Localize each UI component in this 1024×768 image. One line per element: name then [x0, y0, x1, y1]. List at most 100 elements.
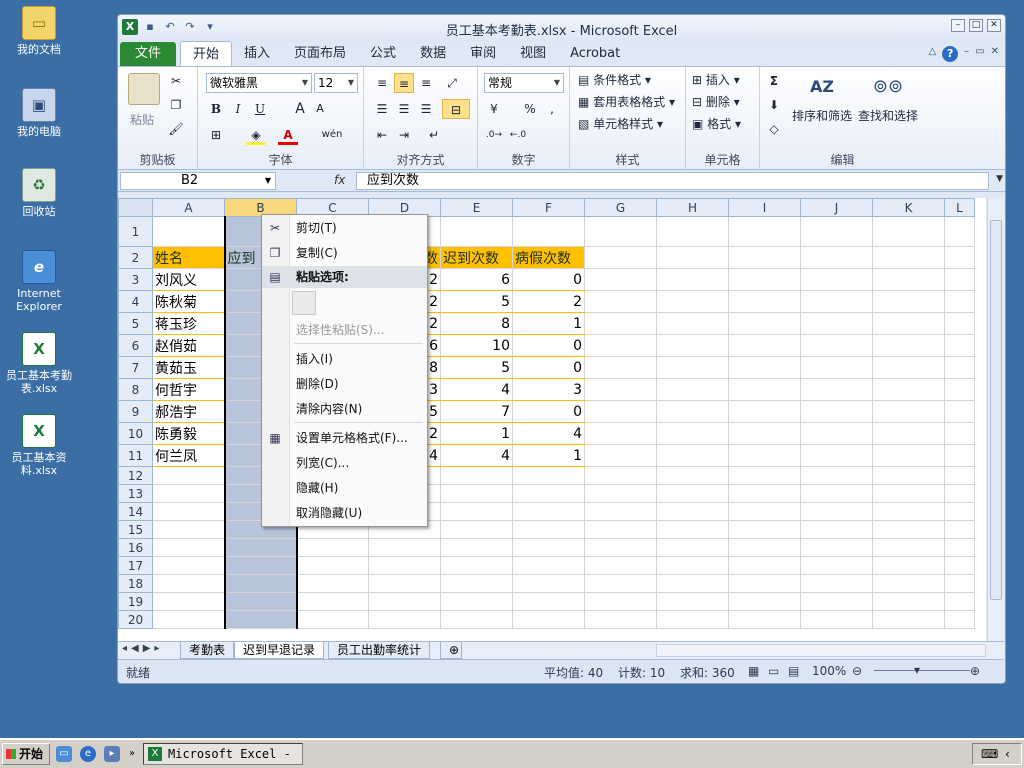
tab-page-layout[interactable]: 页面布局 — [282, 41, 358, 66]
cut-icon[interactable]: ✂ — [166, 71, 186, 91]
cell-sick-count[interactable]: 4 — [512, 422, 585, 445]
help-icon[interactable]: ? — [942, 46, 959, 62]
cell[interactable] — [440, 574, 513, 593]
tab-review[interactable]: 审阅 — [458, 41, 508, 66]
collapse-ribbon-icon[interactable]: △ — [928, 46, 936, 62]
cell[interactable] — [223, 574, 298, 593]
cell[interactable] — [728, 246, 801, 269]
desktop-icon-my-documents[interactable]: ▭ 我的文档 — [2, 6, 76, 56]
cell[interactable] — [656, 444, 729, 467]
cell[interactable] — [512, 502, 585, 521]
cell[interactable] — [584, 268, 657, 291]
cell[interactable] — [584, 334, 657, 357]
row-header[interactable]: 4 — [118, 290, 153, 313]
cell[interactable] — [440, 592, 513, 611]
cell[interactable] — [944, 356, 975, 379]
cell[interactable] — [296, 592, 369, 611]
cell-name[interactable]: 郝浩宇 — [152, 400, 225, 423]
row-header[interactable]: 1 — [118, 216, 153, 247]
cell[interactable] — [728, 356, 801, 379]
cell[interactable] — [440, 216, 513, 247]
cell-late-count[interactable]: 5 — [440, 290, 513, 313]
cell[interactable] — [656, 520, 729, 539]
menu-item-hide[interactable]: 隐藏(H) — [262, 477, 427, 499]
cell[interactable] — [656, 466, 729, 485]
cell[interactable] — [656, 356, 729, 379]
cell[interactable] — [584, 502, 657, 521]
shrink-font-button[interactable]: A — [310, 99, 330, 119]
cell[interactable] — [872, 466, 945, 485]
cell[interactable] — [800, 444, 873, 467]
find-select-button[interactable]: 查找和选择 — [858, 107, 918, 124]
cell[interactable] — [872, 556, 945, 575]
cell[interactable] — [800, 610, 873, 629]
cell-name[interactable]: 赵俏茹 — [152, 334, 225, 357]
cell[interactable] — [656, 290, 729, 313]
format-cells-button[interactable]: ▣ 格式 ▾ — [692, 115, 741, 132]
cell[interactable] — [152, 574, 225, 593]
cell-styles-button[interactable]: ▧ 单元格样式 ▾ — [578, 115, 663, 132]
cell[interactable] — [584, 290, 657, 313]
cell[interactable] — [584, 246, 657, 269]
cell[interactable] — [728, 422, 801, 445]
desktop-icon-recycle-bin[interactable]: ♻ 回收站 — [2, 168, 76, 218]
cell[interactable] — [800, 290, 873, 313]
workbook-restore-button[interactable]: ▭ — [975, 46, 984, 62]
cell-sick-count[interactable]: 0 — [512, 356, 585, 379]
cell[interactable] — [800, 592, 873, 611]
zoom-out-icon[interactable]: ⊖ — [852, 664, 862, 678]
paste-button[interactable]: 粘贴 — [130, 111, 154, 128]
cell[interactable] — [656, 574, 729, 593]
cell[interactable] — [944, 574, 975, 593]
cell[interactable] — [440, 556, 513, 575]
tab-acrobat[interactable]: Acrobat — [558, 41, 632, 66]
font-name-select[interactable]: 微软雅黑 ▼ — [206, 73, 312, 93]
align-middle-icon[interactable]: ≡ — [394, 73, 414, 93]
accounting-format-icon[interactable]: ¥ — [484, 99, 504, 119]
cell[interactable] — [872, 246, 945, 269]
cell-sick-count[interactable]: 2 — [512, 290, 585, 313]
cell[interactable] — [584, 520, 657, 539]
cell[interactable] — [656, 268, 729, 291]
tab-formulas[interactable]: 公式 — [358, 41, 408, 66]
cell-late-count[interactable]: 10 — [440, 334, 513, 357]
font-size-select[interactable]: 12 ▼ — [314, 73, 358, 93]
paste-option-icon[interactable] — [292, 291, 316, 315]
clear-icon[interactable]: ◇ — [764, 119, 784, 139]
cell[interactable] — [872, 444, 945, 467]
cell[interactable] — [296, 610, 369, 629]
cell[interactable] — [872, 216, 945, 247]
page-break-view-icon[interactable]: ▤ — [788, 664, 799, 678]
menu-item-column-width[interactable]: 列宽(C)... — [262, 452, 427, 474]
cell[interactable] — [944, 334, 975, 357]
cell[interactable] — [152, 502, 225, 521]
cell[interactable] — [728, 466, 801, 485]
column-header[interactable]: L — [944, 198, 975, 217]
cell-name[interactable]: 黄茹玉 — [152, 356, 225, 379]
cell-late-count[interactable]: 5 — [440, 356, 513, 379]
increase-indent-icon[interactable]: ⇥ — [394, 125, 414, 145]
cell[interactable] — [296, 538, 369, 557]
cell[interactable] — [584, 422, 657, 445]
cell[interactable] — [944, 246, 975, 269]
cell[interactable] — [800, 334, 873, 357]
cell[interactable] — [800, 556, 873, 575]
cell-sick-count[interactable]: 3 — [512, 378, 585, 401]
cell[interactable] — [512, 484, 585, 503]
cell[interactable] — [152, 216, 225, 247]
minimize-button[interactable]: – — [951, 19, 965, 32]
cell[interactable] — [728, 334, 801, 357]
number-format-select[interactable]: 常规 ▼ — [484, 73, 564, 93]
column-header[interactable]: A — [152, 198, 225, 217]
cell[interactable] — [512, 538, 585, 557]
page-layout-view-icon[interactable]: ▭ — [768, 664, 779, 678]
worksheet-grid[interactable]: A B C D E F G H I J K L 1 记录 2 姓名 应到 — [118, 198, 986, 642]
sheet-tab-late-early[interactable]: 迟到早退记录 — [234, 642, 325, 659]
cell-name[interactable]: 蒋玉珍 — [152, 312, 225, 335]
cell[interactable] — [872, 520, 945, 539]
cell[interactable] — [440, 520, 513, 539]
cell[interactable] — [872, 356, 945, 379]
decrease-indent-icon[interactable]: ⇤ — [372, 125, 392, 145]
cell[interactable] — [728, 444, 801, 467]
row-header[interactable]: 5 — [118, 312, 153, 335]
